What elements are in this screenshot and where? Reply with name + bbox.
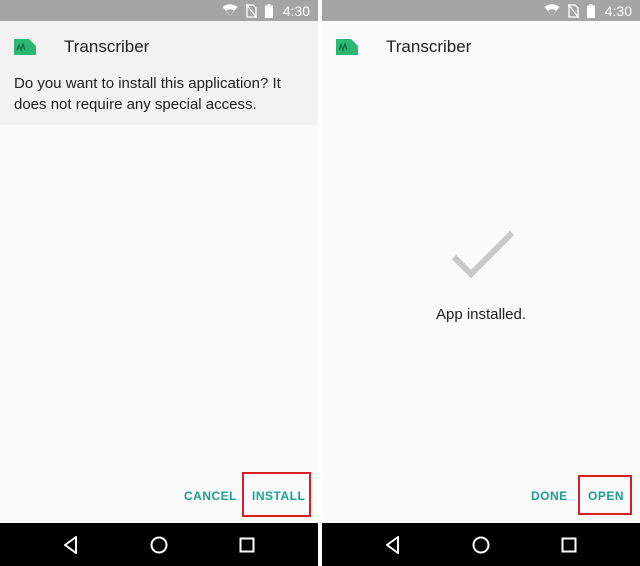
- status-bar: 4:30: [0, 0, 318, 21]
- status-bar: 4:30: [322, 0, 640, 21]
- wifi-icon: [222, 4, 238, 16]
- install-button[interactable]: INSTALL: [252, 489, 305, 503]
- home-icon[interactable]: [148, 534, 170, 556]
- app-header: Transcriber Do you want to install this …: [0, 21, 318, 125]
- app-icon: [14, 39, 36, 55]
- status-time: 4:30: [604, 2, 632, 19]
- cancel-button[interactable]: CANCEL: [184, 489, 237, 503]
- open-button[interactable]: OPEN: [588, 489, 624, 503]
- app-header: Transcriber: [322, 21, 640, 71]
- home-icon[interactable]: [470, 534, 492, 556]
- checkmark-icon: [451, 230, 515, 279]
- status-time: 4:30: [282, 2, 310, 19]
- no-sim-icon: [245, 3, 257, 18]
- recent-apps-icon[interactable]: [558, 534, 580, 556]
- battery-icon: [586, 3, 595, 18]
- back-icon[interactable]: [382, 534, 404, 556]
- install-screen: 4:30 Transcriber Do you want to install …: [0, 0, 318, 566]
- navigation-bar: [322, 523, 640, 566]
- recent-apps-icon[interactable]: [236, 534, 258, 556]
- back-icon[interactable]: [60, 534, 82, 556]
- no-sim-icon: [567, 3, 579, 18]
- installed-message: App installed.: [435, 306, 527, 323]
- installed-screen: 4:30 Transcriber App installed. DONE OPE…: [322, 0, 640, 566]
- wifi-icon: [544, 4, 560, 16]
- app-icon: [336, 39, 358, 55]
- done-button[interactable]: DONE: [531, 489, 568, 503]
- navigation-bar: [0, 523, 318, 566]
- app-title: Transcriber: [64, 37, 150, 56]
- app-title: Transcriber: [386, 37, 472, 56]
- battery-icon: [264, 3, 273, 18]
- install-question: Do you want to install this application?…: [14, 75, 281, 113]
